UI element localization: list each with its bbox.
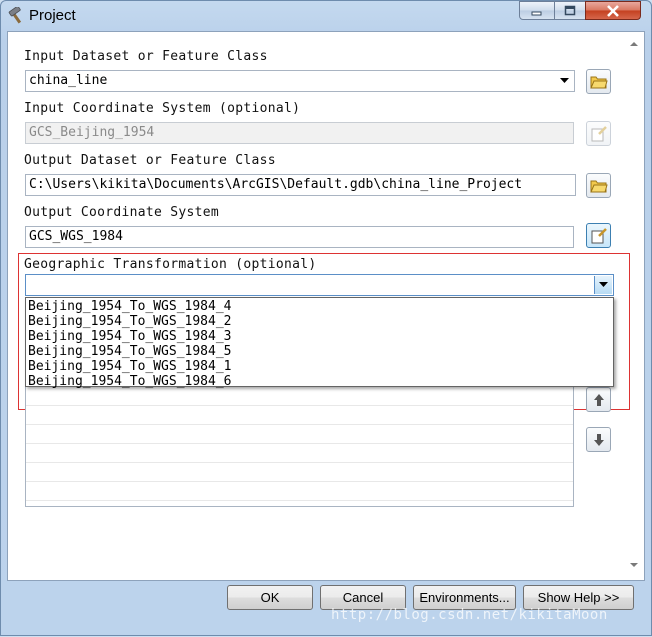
properties-icon — [591, 227, 607, 243]
geo-transform-dropdown-list: Beijing_1954_To_WGS_1984_4 Beijing_1954_… — [25, 297, 614, 389]
list-row[interactable] — [26, 424, 573, 444]
watermark-text: http://blog.csdn.net/kikitaMoon — [331, 607, 608, 623]
scrollbar-arrows-icon — [630, 42, 638, 567]
arrow-down-icon — [593, 433, 604, 446]
dropdown-option[interactable]: Beijing_1954_To_WGS_1984_5 — [28, 344, 232, 359]
list-row[interactable] — [26, 405, 573, 425]
minimize-icon — [531, 11, 542, 15]
output-dataset-field[interactable]: C:\Users\kikita\Documents\ArcGIS\Default… — [25, 174, 576, 196]
ok-button[interactable]: OK — [227, 585, 313, 610]
chevron-down-icon[interactable] — [594, 276, 612, 294]
browse-input-button[interactable] — [586, 69, 611, 94]
project-dialog: Project Input Dataset or Feature Class c… — [0, 0, 652, 636]
maximize-button[interactable] — [554, 1, 586, 20]
input-dataset-combo[interactable]: china_line — [25, 70, 575, 92]
minimize-button[interactable] — [519, 1, 555, 20]
input-coord-field[interactable]: GCS_Beijing_1954 — [25, 122, 574, 144]
dropdown-option[interactable]: Beijing_1954_To_WGS_1984_2 — [28, 314, 232, 329]
dropdown-option[interactable]: Beijing_1954_To_WGS_1984_3 — [28, 329, 232, 344]
dropdown-option[interactable]: Beijing_1954_To_WGS_1984_4 — [28, 299, 232, 314]
chevron-down-icon[interactable] — [556, 72, 573, 90]
geo-transform-label: Geographic Transformation (optional) — [24, 257, 317, 272]
move-down-button[interactable] — [586, 427, 611, 452]
move-up-button[interactable] — [586, 387, 611, 412]
output-coord-properties-button[interactable] — [586, 223, 611, 248]
input-coord-label: Input Coordinate System (optional) — [24, 101, 301, 116]
transformation-list[interactable] — [25, 385, 574, 507]
browse-output-button[interactable] — [586, 173, 611, 198]
vertical-scrollbar[interactable] — [627, 37, 641, 573]
window-title: Project — [29, 7, 76, 24]
close-icon — [607, 4, 619, 17]
dropdown-option[interactable]: Beijing_1954_To_WGS_1984_6 — [28, 374, 232, 389]
input-dataset-value: china_line — [29, 73, 108, 88]
input-coord-properties-button[interactable] — [586, 121, 611, 146]
input-dataset-label: Input Dataset or Feature Class — [24, 49, 268, 64]
folder-icon — [589, 180, 608, 193]
folder-icon — [589, 76, 608, 89]
output-coord-label: Output Coordinate System — [24, 205, 220, 220]
properties-icon — [591, 125, 607, 141]
arrow-up-icon — [593, 393, 604, 406]
maximize-icon — [564, 5, 576, 16]
title-bar[interactable]: Project — [1, 1, 651, 31]
output-coord-field[interactable]: GCS_WGS_1984 — [25, 226, 574, 248]
list-row[interactable] — [26, 462, 573, 482]
list-row[interactable] — [26, 386, 573, 406]
dropdown-option[interactable]: Beijing_1954_To_WGS_1984_1 — [28, 359, 232, 374]
list-row[interactable] — [26, 481, 573, 501]
close-button[interactable] — [585, 1, 641, 20]
hammer-icon — [7, 5, 25, 25]
list-row[interactable] — [26, 443, 573, 463]
output-dataset-label: Output Dataset or Feature Class — [24, 153, 276, 168]
geo-transform-combo[interactable] — [25, 274, 614, 296]
